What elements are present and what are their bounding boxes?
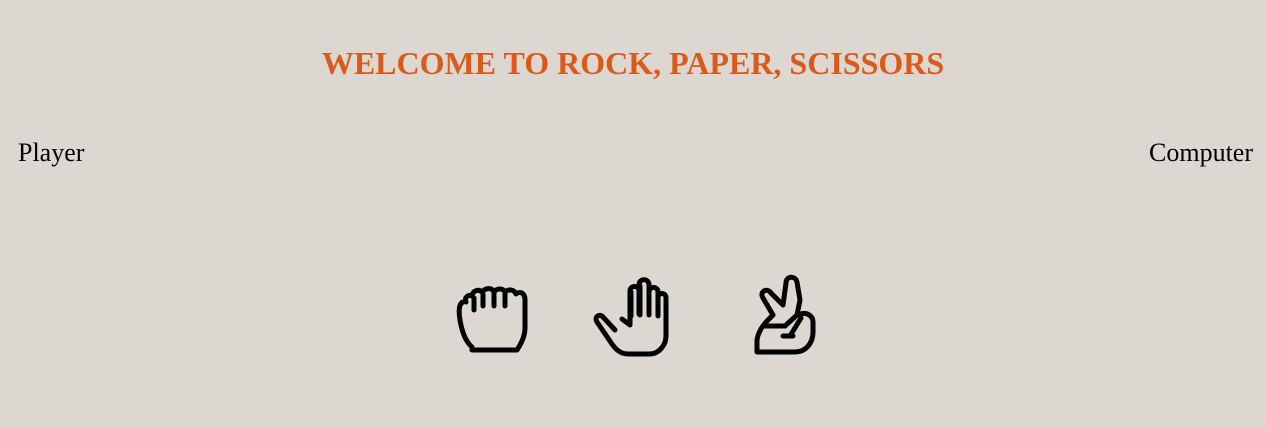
choice-buttons — [0, 270, 1266, 365]
peace-sign-hand-icon — [754, 274, 816, 355]
scissors-button[interactable] — [735, 270, 825, 365]
fist-icon — [456, 286, 528, 353]
page-title: WELCOME TO ROCK, PAPER, SCISSORS — [321, 45, 945, 81]
player-label: Player — [18, 138, 85, 167]
computer-label: Computer — [1149, 138, 1253, 167]
open-hand-icon — [593, 277, 669, 357]
rock-button[interactable] — [447, 270, 537, 365]
paper-button[interactable] — [588, 270, 678, 365]
